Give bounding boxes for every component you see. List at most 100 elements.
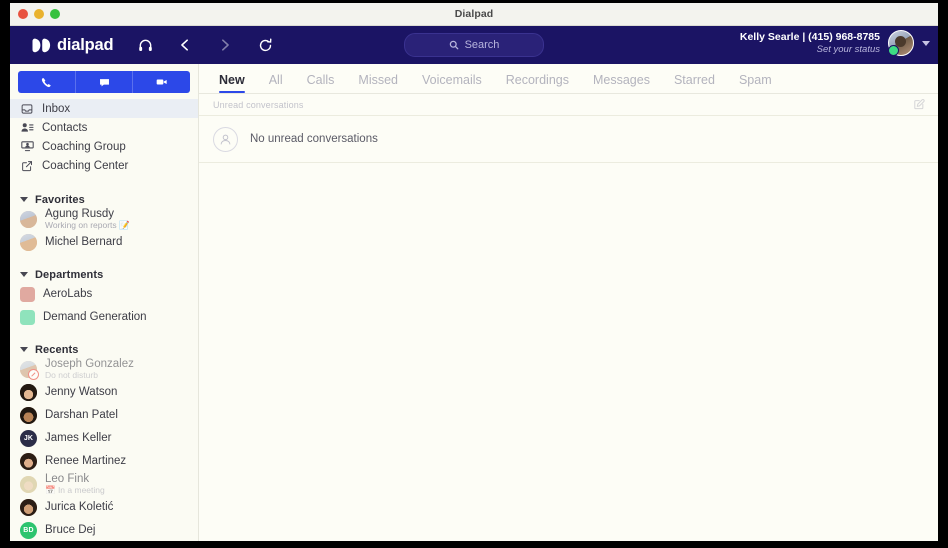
minimize-window-button[interactable] [34, 9, 44, 19]
sidebar-item-label: Inbox [42, 102, 71, 115]
contact-name: Jenny Watson [45, 385, 118, 398]
dialpad-wordmark: dialpad [57, 35, 114, 54]
tab-messages[interactable]: Messages [581, 73, 662, 93]
top-navigation-bar: dialpad Search Kelly Searle | (415) 968-… [10, 26, 938, 64]
avatar-initials-text: BD [23, 527, 34, 534]
tab-voicemails[interactable]: Voicemails [410, 73, 494, 93]
avatar [20, 499, 37, 516]
list-item[interactable]: Jurica Koletić [10, 496, 198, 519]
avatar-initials: JK [20, 430, 37, 447]
empty-state-text: No unread conversations [250, 133, 378, 145]
avatar [20, 407, 37, 424]
search-container: Search [404, 33, 544, 57]
section-title: Favorites [35, 193, 85, 206]
contact-name: Jurica Koletić [45, 500, 114, 513]
user-account-area[interactable]: Kelly Searle | (415) 968-8785 Set your s… [740, 30, 930, 56]
unread-conversations-subbar: Unread conversations [199, 94, 938, 116]
list-item[interactable]: Michel Bernard [10, 231, 198, 254]
new-video-button[interactable] [133, 71, 190, 93]
message-icon [99, 78, 109, 86]
search-input[interactable]: Search [404, 33, 544, 57]
list-item[interactable]: Darshan Patel [10, 404, 198, 427]
dialpad-window: Dialpad dialpad Search Kelly Searle | (4… [10, 3, 938, 541]
department-color-swatch [20, 287, 35, 302]
phone-icon [41, 77, 51, 87]
list-item-text: James Keller [45, 432, 111, 445]
list-item-text: Joseph Gonzalez Do not disturb [45, 358, 134, 381]
sidebar-item-coaching-group[interactable]: Coaching Group [10, 137, 198, 156]
list-item-text: Bruce Dej [45, 524, 96, 537]
contact-name: Darshan Patel [45, 408, 118, 421]
sidebar-item-label: Contacts [42, 121, 88, 134]
person-placeholder-icon [213, 126, 238, 152]
sidebar-item-inbox[interactable]: Inbox [10, 99, 198, 118]
new-message-button[interactable] [76, 71, 134, 93]
new-call-button[interactable] [18, 71, 76, 93]
chevron-down-icon [20, 347, 28, 352]
inbox-icon [20, 102, 34, 116]
list-item[interactable]: Renee Martinez [10, 450, 198, 473]
contact-name: Renee Martinez [45, 454, 127, 467]
nav-icon-group [135, 35, 275, 55]
conversation-tabs: New All Calls Missed Voicemails Recordin… [199, 64, 938, 94]
list-item-text: Agung Rusdy Working on reports 📝 [45, 208, 130, 231]
tab-starred[interactable]: Starred [662, 73, 727, 93]
list-item[interactable]: AeroLabs [10, 283, 198, 306]
close-window-button[interactable] [18, 9, 28, 19]
tab-spam[interactable]: Spam [727, 73, 784, 93]
list-item[interactable]: Joseph Gonzalez Do not disturb [10, 358, 198, 381]
traffic-light-controls [18, 9, 60, 19]
list-item[interactable]: Jenny Watson [10, 381, 198, 404]
sidebar-item-label: Coaching Group [42, 140, 126, 153]
contact-name: Michel Bernard [45, 235, 123, 248]
contact-name: Bruce Dej [45, 523, 96, 536]
contacts-icon [20, 121, 34, 135]
tab-missed[interactable]: Missed [346, 73, 410, 93]
compose-icon[interactable] [913, 98, 926, 111]
list-item[interactable]: Demand Generation [10, 306, 198, 329]
sidebar-section-departments[interactable]: Departments [10, 266, 198, 283]
presence-indicator-available [888, 45, 899, 56]
set-status-link[interactable]: Set your status [740, 44, 880, 56]
maximize-window-button[interactable] [50, 9, 60, 19]
list-item-text: Michel Bernard [45, 236, 122, 249]
back-chevron-icon[interactable] [175, 35, 195, 55]
list-item[interactable]: BD Bruce Dej [10, 519, 198, 541]
contact-status: Do not disturb [45, 370, 98, 381]
list-item[interactable]: Leo Fink 📅 In a meeting [10, 473, 198, 496]
avatar-initials: BD [20, 522, 37, 539]
sidebar-item-contacts[interactable]: Contacts [10, 118, 198, 137]
sidebar-section-favorites[interactable]: Favorites [10, 191, 198, 208]
video-icon [156, 79, 167, 85]
contact-status: 📅 In a meeting [45, 485, 105, 496]
conversation-list-area [199, 163, 938, 541]
section-title: Departments [35, 268, 104, 281]
avatar [20, 384, 37, 401]
avatar [20, 476, 37, 493]
sidebar-item-coaching-center[interactable]: Coaching Center [10, 156, 198, 175]
chevron-down-icon [20, 272, 28, 277]
department-color-swatch [20, 310, 35, 325]
tab-all[interactable]: All [257, 73, 295, 93]
department-name: AeroLabs [43, 287, 93, 300]
contact-status: Working on reports 📝 [45, 220, 130, 231]
sidebar-section-recents[interactable]: Recents [10, 341, 198, 358]
avatar-initials-text: JK [23, 435, 34, 442]
refresh-icon[interactable] [255, 35, 275, 55]
avatar-wrapper[interactable] [888, 30, 914, 56]
headset-icon[interactable] [135, 35, 155, 55]
window-titlebar: Dialpad [10, 3, 938, 26]
list-item[interactable]: Agung Rusdy Working on reports 📝 [10, 208, 198, 231]
list-item-text: AeroLabs [43, 288, 92, 301]
chevron-down-icon[interactable] [922, 40, 930, 46]
list-item-text: Demand Generation [43, 311, 147, 324]
list-item-text: Renee Martinez [45, 455, 126, 468]
tab-new[interactable]: New [213, 73, 257, 93]
search-placeholder-label: Search [464, 39, 500, 51]
tab-recordings[interactable]: Recordings [494, 73, 581, 93]
tab-calls[interactable]: Calls [295, 73, 347, 93]
dialpad-logo[interactable]: dialpad [32, 35, 114, 55]
quick-action-bar [18, 71, 190, 93]
list-item[interactable]: JK James Keller [10, 427, 198, 450]
forward-chevron-icon[interactable] [215, 35, 235, 55]
